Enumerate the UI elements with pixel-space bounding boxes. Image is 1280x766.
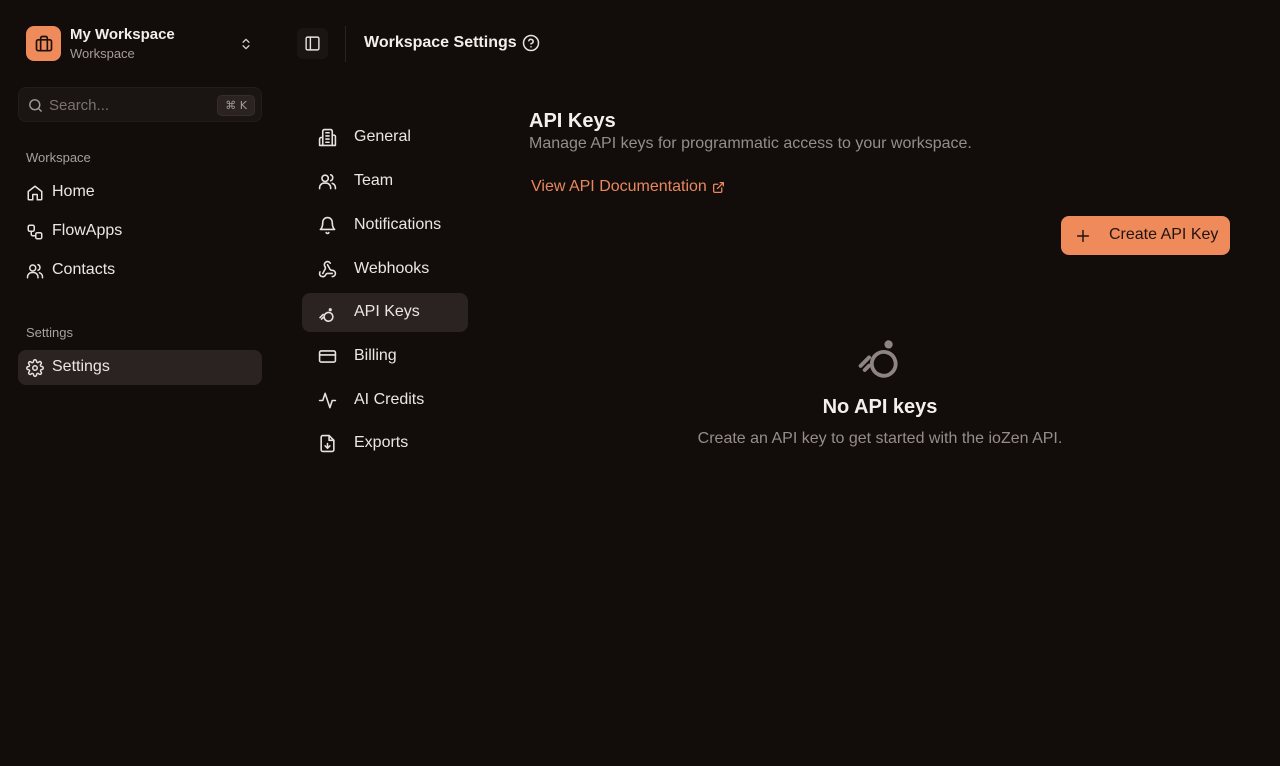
settings-nav-notifications[interactable]: Notifications	[302, 206, 468, 245]
settings-nav-label: Exports	[354, 434, 409, 451]
empty-state-title: No API keys	[822, 396, 938, 418]
settings-nav-webhooks[interactable]: Webhooks	[302, 250, 468, 289]
page-header-title: Workspace Settings	[364, 34, 517, 51]
settings-nav-label: API Keys	[354, 303, 420, 320]
sidebar-item-label: FlowApps	[52, 222, 123, 239]
search-placeholder: Search...	[49, 97, 110, 114]
sidebar-toggle-button[interactable]	[297, 28, 328, 59]
shortcut-badge: ⌘ K	[217, 95, 255, 116]
activity-icon	[318, 391, 337, 410]
settings-nav-label: Notifications	[354, 216, 442, 233]
settings-nav-exports[interactable]: Exports	[302, 424, 468, 463]
panel-left-icon	[297, 28, 328, 59]
gear-icon	[26, 359, 44, 377]
header-divider	[345, 26, 346, 62]
settings-nav-label: AI Credits	[354, 391, 425, 408]
workflow-icon	[26, 223, 44, 241]
settings-nav-label: Webhooks	[354, 260, 430, 277]
settings-nav-billing[interactable]: Billing	[302, 337, 468, 376]
settings-nav-team[interactable]: Team	[302, 162, 468, 201]
settings-nav-label: Billing	[354, 347, 397, 364]
settings-nav-api-keys[interactable]: API Keys	[302, 293, 468, 332]
credit-card-icon	[318, 347, 337, 366]
sidebar-item-contacts[interactable]: Contacts	[18, 253, 262, 288]
workspace-subtitle: Workspace	[70, 46, 135, 61]
search-icon	[27, 97, 44, 114]
workspace-name: My Workspace	[70, 26, 175, 43]
sidebar-item-flowapps[interactable]: FlowApps	[18, 214, 262, 249]
sidebar-item-label: Contacts	[52, 261, 116, 278]
sidebar-group-settings: Settings	[26, 325, 73, 340]
search-input[interactable]: Search... ⌘ K	[18, 87, 262, 122]
key-icon	[318, 303, 337, 322]
settings-nav-label: General	[354, 128, 411, 145]
sidebar-group-workspace: Workspace	[26, 150, 91, 165]
sidebar: My Workspace Workspace Search... ⌘ K Wor…	[0, 0, 280, 766]
empty-state-subtitle: Create an API key to get started with th…	[697, 430, 1063, 447]
bell-icon	[318, 216, 337, 235]
building-icon	[318, 128, 337, 147]
webhook-icon	[318, 260, 337, 279]
empty-state: No API keys Create an API key to get sta…	[529, 0, 1231, 766]
home-icon	[26, 184, 44, 202]
chevrons-up-down-icon	[238, 34, 254, 54]
settings-nav-general[interactable]: General	[302, 118, 468, 157]
key-icon	[854, 325, 907, 378]
users-icon	[318, 172, 337, 191]
sidebar-item-label: Home	[52, 183, 95, 200]
sidebar-item-home[interactable]: Home	[18, 175, 262, 210]
settings-nav-ai-credits[interactable]: AI Credits	[302, 381, 468, 420]
sidebar-item-settings[interactable]: Settings	[18, 350, 262, 385]
sidebar-item-label: Settings	[52, 358, 110, 375]
file-download-icon	[318, 434, 337, 453]
workspace-switcher[interactable]: My Workspace Workspace	[18, 20, 264, 68]
users-icon	[26, 262, 44, 280]
settings-nav-label: Team	[354, 172, 394, 189]
briefcase-icon	[26, 26, 61, 61]
